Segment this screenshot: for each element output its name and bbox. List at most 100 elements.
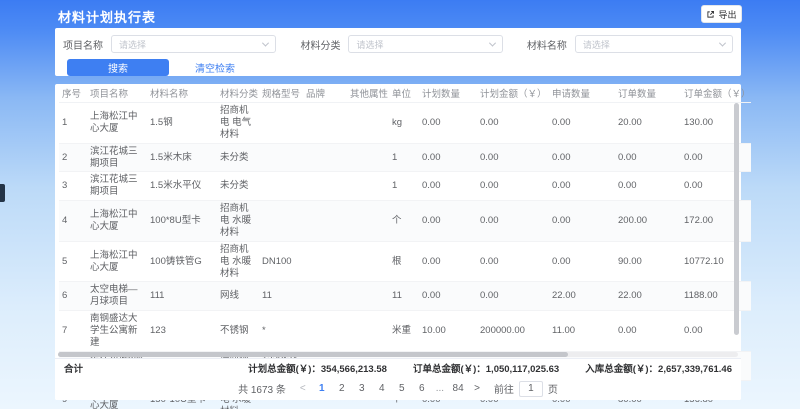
page-number-button[interactable]: 1 [316, 383, 328, 394]
goto-page: 前往 页 [494, 381, 558, 397]
table-cell: 0.00 [419, 143, 477, 172]
project-name-select[interactable]: 请选择 [111, 35, 276, 53]
table-cell: 3 [59, 172, 87, 201]
summary-row: 合计 计划总金额(￥)：354,566,213.58 订单总金额(￥)：1,05… [55, 358, 741, 377]
table-cell: 172.00 [681, 201, 751, 242]
table-cell: 未分类 [217, 172, 259, 201]
table-cell: 网线 [217, 282, 259, 311]
material-name-select[interactable]: 请选择 [575, 35, 733, 53]
horizontal-scrollbar-track[interactable] [58, 352, 738, 357]
table-cell: 0.00 [681, 311, 751, 352]
table-cell: 22.00 [615, 282, 681, 311]
table-cell [303, 282, 347, 311]
vertical-scrollbar-thumb[interactable] [734, 103, 739, 335]
table-cell [347, 241, 389, 282]
table-cell: 0.00 [477, 143, 549, 172]
goto-prefix-label: 前往 [494, 381, 514, 396]
page-number-button[interactable]: 6 [416, 383, 428, 394]
table-cell: 2 [59, 143, 87, 172]
sidebar-collapse-handle[interactable] [0, 184, 5, 202]
prev-page-button[interactable]: < [298, 383, 308, 394]
page-number-button[interactable]: 4 [376, 383, 388, 394]
table-cell: 不锈钢 [217, 311, 259, 352]
table-cell [259, 172, 303, 201]
table-cell: 个 [389, 201, 419, 242]
goto-page-input[interactable] [519, 381, 543, 397]
table-cell: 1.5钢 [147, 103, 217, 144]
table-row[interactable]: 3滨江花城三期项目1.5米水平仪未分类10.000.000.000.000.00 [59, 172, 751, 201]
chevron-down-icon [262, 39, 269, 46]
table-cell: 米重 [389, 311, 419, 352]
table-cell: 10772.10 [681, 241, 751, 282]
table-cell [259, 103, 303, 144]
column-header: 材料分类 [217, 84, 259, 103]
column-header: 项目名称 [87, 84, 147, 103]
column-header: 规格型号 [259, 84, 303, 103]
page-number-button[interactable]: 3 [356, 383, 368, 394]
table-cell: 123 [147, 311, 217, 352]
filter-row: 项目名称 请选择 材料分类 请选择 材料名称 请选择 [55, 28, 741, 53]
table-cell: 0.00 [477, 201, 549, 242]
table-cell: 上海松江中心大厦 [87, 103, 147, 144]
table-cell: kg [389, 103, 419, 144]
material-category-label: 材料分类 [300, 37, 340, 52]
page-number-button[interactable]: 84 [452, 383, 464, 394]
table-cell: 100铸铁管G [147, 241, 217, 282]
table-cell: 0.00 [615, 311, 681, 352]
table-cell: 22.00 [549, 282, 615, 311]
table-row[interactable]: 5上海松江中心大厦100铸铁管G招商机电 水暖材料DN100根0.000.000… [59, 241, 751, 282]
table-cell: 1 [59, 103, 87, 144]
page-number-list: 123456... 84 [316, 383, 464, 394]
table-cell [347, 103, 389, 144]
table-cell: 11.00 [549, 311, 615, 352]
table-cell: * [259, 311, 303, 352]
summary-total-label: 合计 [64, 361, 83, 375]
export-button[interactable]: 导出 [701, 5, 742, 23]
table-cell: 招商机电 水暖材料 [217, 241, 259, 282]
column-header: 订单数量 [615, 84, 681, 103]
search-button[interactable]: 搜索 [67, 59, 169, 76]
planned-total-amount: 计划总金额(￥)：354,566,213.58 [248, 361, 387, 375]
table-cell: 未分类 [217, 143, 259, 172]
table-cell: 90.00 [615, 241, 681, 282]
chevron-down-icon [489, 39, 496, 46]
table-cell: 11 [259, 282, 303, 311]
table-cell [303, 143, 347, 172]
table-cell [347, 282, 389, 311]
table-cell: 0.00 [477, 282, 549, 311]
table-cell: 上海松江中心大厦 [87, 201, 147, 242]
column-header: 单位 [389, 84, 419, 103]
column-header: 计划数量 [419, 84, 477, 103]
table-cell: 0.00 [477, 103, 549, 144]
chevron-down-icon [719, 39, 726, 46]
table-cell: 100*8U型卡 [147, 201, 217, 242]
order-total-amount: 订单总金额(￥)：1,050,117,025.63 [413, 361, 559, 375]
table-row[interactable]: 4上海松江中心大厦100*8U型卡招商机电 水暖材料个0.000.000.002… [59, 201, 751, 242]
project-name-label: 项目名称 [63, 37, 103, 52]
table-cell [303, 241, 347, 282]
next-page-button[interactable]: > [472, 383, 482, 394]
table-cell: 0.00 [419, 201, 477, 242]
table-row[interactable]: 1上海松江中心大厦1.5钢招商机电 电气材料kg0.000.000.0020.0… [59, 103, 751, 144]
table-cell: 1.5米木床 [147, 143, 217, 172]
material-category-select[interactable]: 请选择 [348, 35, 502, 53]
table-cell: 0.00 [549, 143, 615, 172]
table-cell: 0.00 [615, 143, 681, 172]
table-row[interactable]: 6太空电梯—月球项目111网线11110.000.0022.0022.00118… [59, 282, 751, 311]
table-cell: 招商机电 水暖材料 [217, 201, 259, 242]
table-row[interactable]: 7南钢盛达大学生公寓新建123不锈钢*米重10.00200000.0011.00… [59, 311, 751, 352]
table-cell: 5 [59, 241, 87, 282]
page-number-button[interactable]: 5 [396, 383, 408, 394]
table-cell: 滨江花城三期项目 [87, 143, 147, 172]
table-row[interactable]: 2滨江花城三期项目1.5米木床未分类10.000.000.000.000.00 [59, 143, 751, 172]
table-cell: 111 [147, 282, 217, 311]
column-header: 计划金额（￥） [477, 84, 549, 103]
horizontal-scrollbar-thumb[interactable] [58, 352, 568, 357]
summary-totals: 计划总金额(￥)：354,566,213.58 订单总金额(￥)：1,050,1… [248, 361, 732, 375]
table-cell: 0.00 [477, 241, 549, 282]
clear-search-link[interactable]: 清空检索 [195, 60, 235, 75]
page-number-button[interactable]: 2 [336, 383, 348, 394]
table-cell [303, 201, 347, 242]
page-ellipsis: ... [436, 383, 444, 394]
column-header: 品牌 [303, 84, 347, 103]
